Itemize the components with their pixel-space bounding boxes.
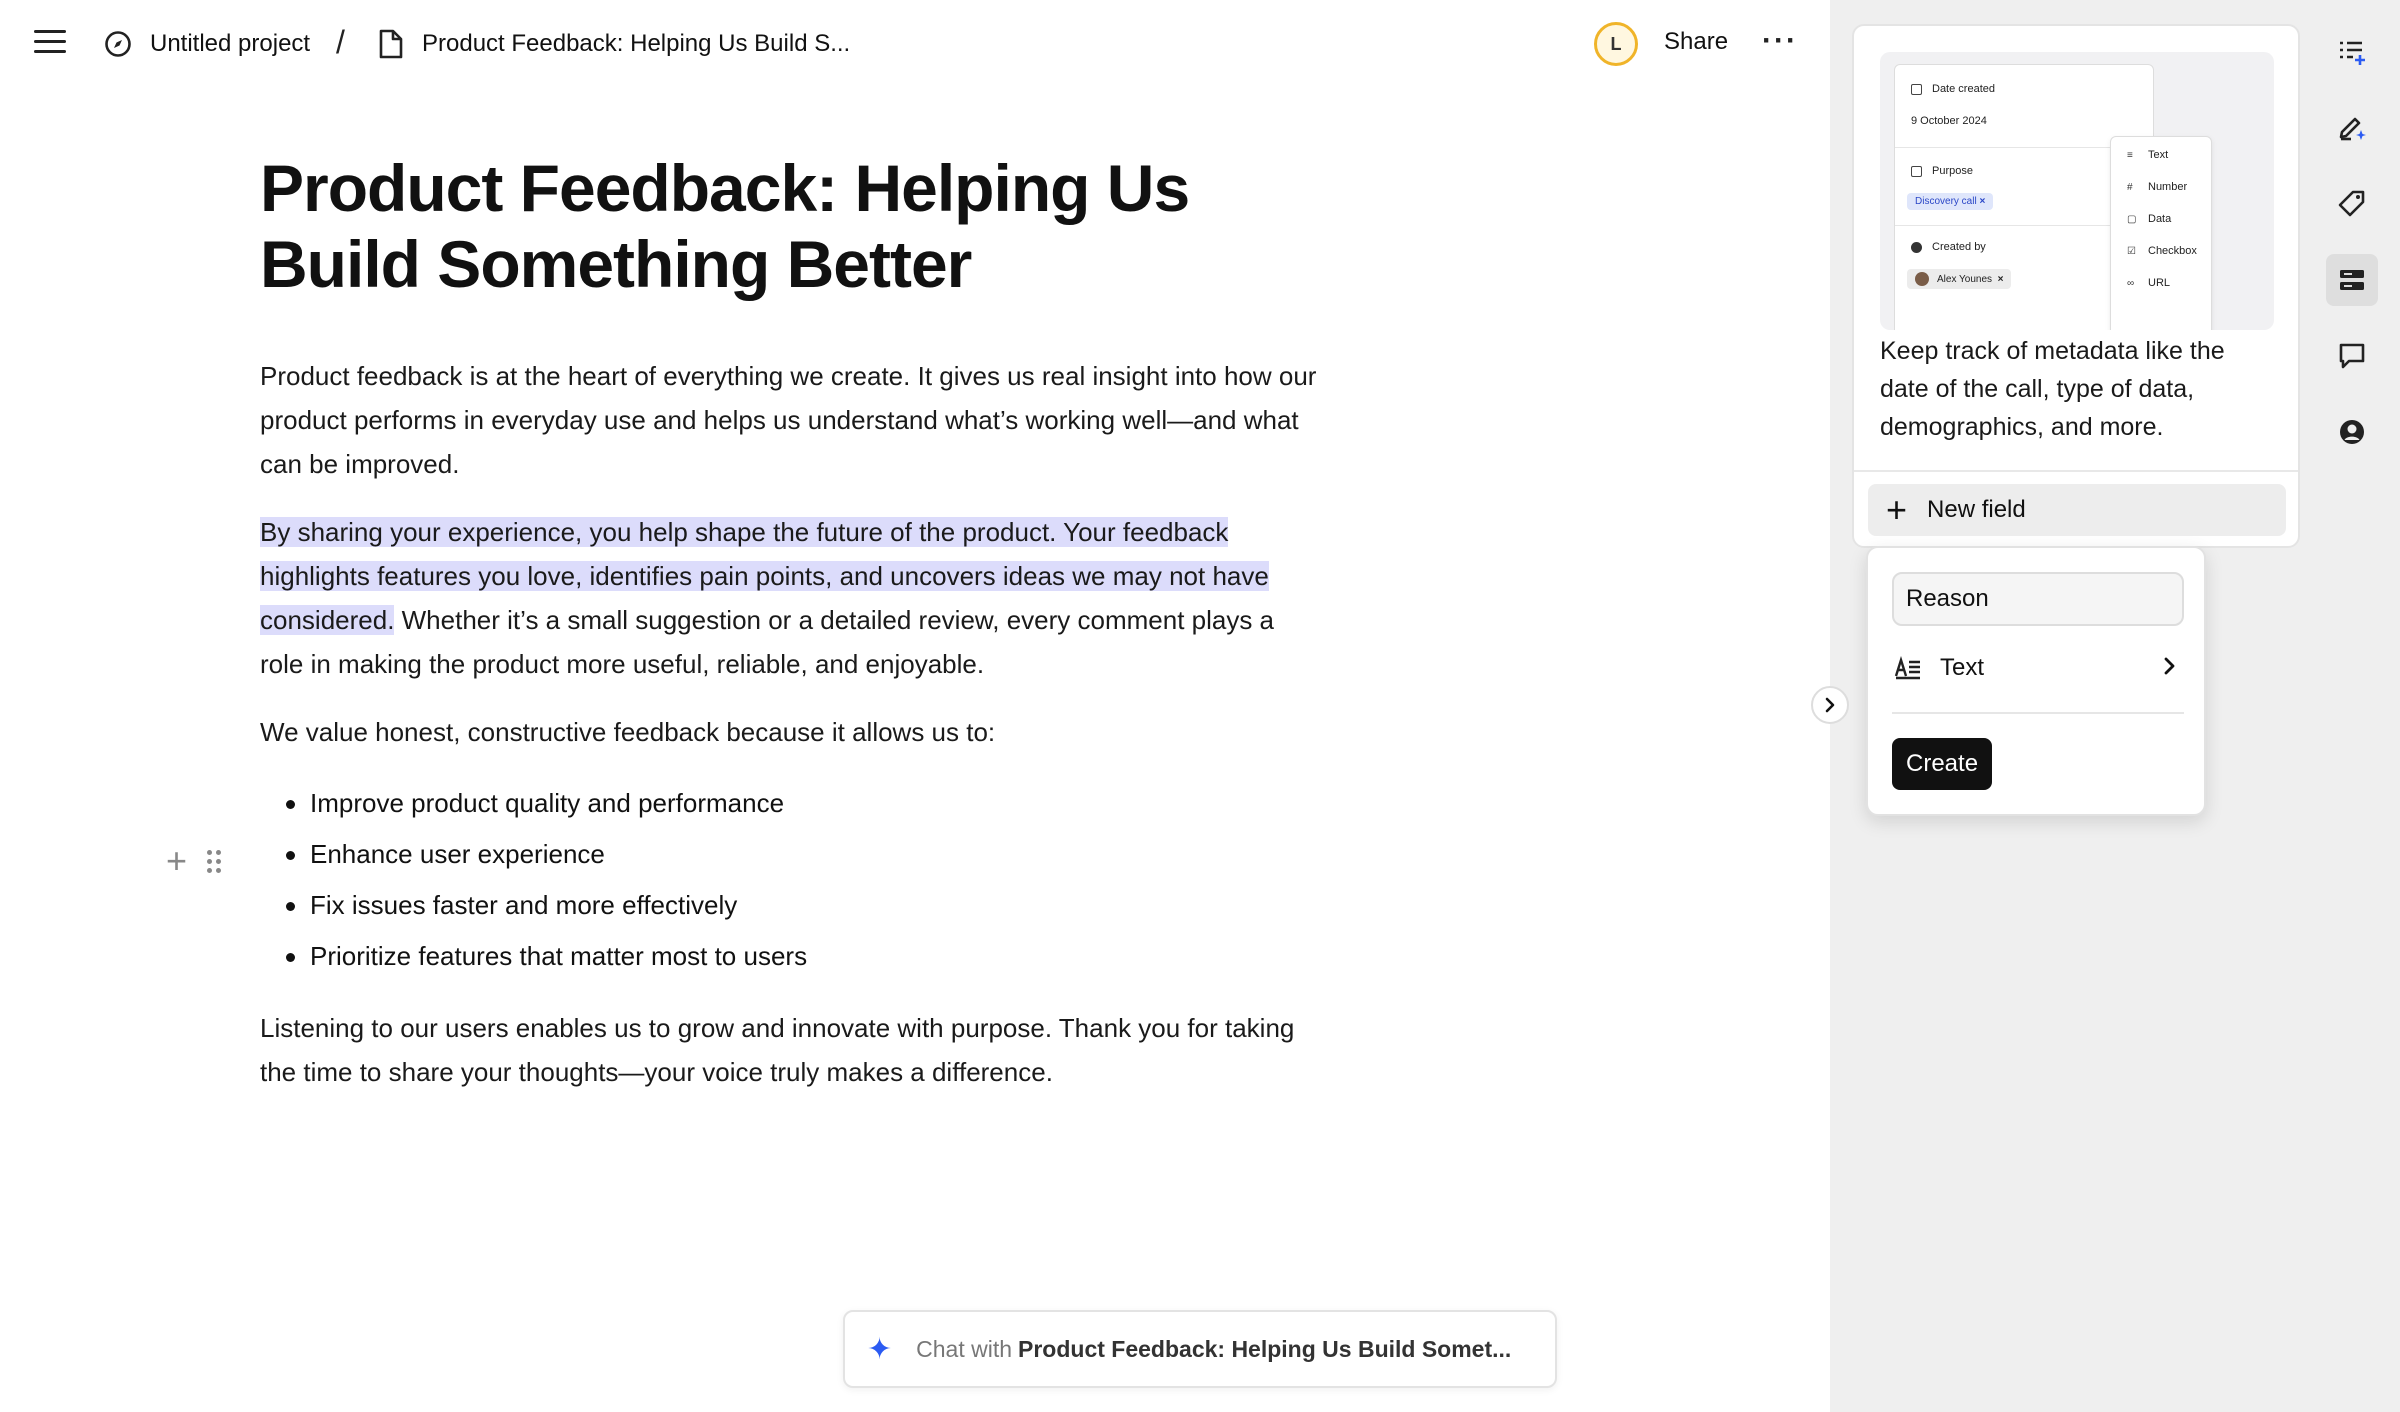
chevron-right-icon [2164,657,2175,675]
bullet-list: Improve product quality and performance … [260,778,1320,982]
preview-field-label: Date created [1911,83,1995,95]
metadata-preview-image: Date created 9 October 2024 Purpose Disc… [1880,52,2274,330]
create-button[interactable]: Create [1892,738,1993,790]
new-field-popover: Text Create [1866,546,2206,816]
preview-field-value: 9 October 2024 [1911,115,1987,127]
preview-type-menu: ≡ Text # Number ▢ Data ☑ Checkbox ∞ URL [2110,136,2212,330]
paragraph-text: Whether it’s a small suggestion or a det… [260,605,1275,679]
metadata-description: Keep track of metadata like the date of … [1880,337,2225,441]
preview-chip: Discovery call × [1907,193,1994,210]
list-item[interactable]: Prioritize features that matter most to … [260,931,1320,982]
preview-field-label: Created by [1911,241,1986,253]
paragraph[interactable]: We value honest, constructive feedback b… [260,710,1320,754]
tag-icon[interactable] [2326,178,2378,230]
breadcrumb-project[interactable]: Untitled project [104,26,310,62]
collapse-panel-button[interactable] [1811,686,1849,724]
document-title[interactable]: Product Feedback: Helping Us Build Somet… [260,150,1320,302]
breadcrumb-separator: / [336,24,345,60]
outline-add-icon[interactable] [2326,26,2378,78]
divider [1854,470,2298,472]
list-item[interactable]: Enhance user experience [260,829,1320,880]
breadcrumb-project-label: Untitled project [150,30,311,57]
field-type-label: Text [1940,654,1985,681]
field-type-select[interactable]: Text [1894,644,2184,692]
list-item[interactable]: Improve product quality and performance [260,778,1320,829]
document-icon [379,29,403,59]
plus-icon: + [1886,489,1908,530]
chat-doc-name: Product Feedback: Helping Us Build Somet… [1018,1335,1512,1362]
document-body: Product Feedback: Helping Us Build Somet… [260,150,1320,1094]
chat-input[interactable]: ✦ Chat with Product Feedback: Helping Us… [843,1310,1557,1388]
preview-field-label: Purpose [1911,165,1973,177]
text-type-icon [1894,656,1920,680]
edit-sparkle-icon[interactable] [2326,102,2378,154]
avatar[interactable]: L [1594,22,1638,66]
user-circle-icon[interactable] [2326,406,2378,458]
share-button[interactable]: Share [1664,28,1728,56]
paragraph[interactable]: By sharing your experience, you help sha… [260,510,1320,686]
sparkle-icon: ✦ [867,1332,893,1366]
list-item[interactable]: Fix issues faster and more effectively [260,880,1320,931]
comment-icon[interactable] [2326,330,2378,382]
more-options-icon[interactable]: ··· [1762,24,1798,58]
chevron-right-icon [1825,697,1835,713]
compass-icon [105,31,131,57]
divider [1892,712,2184,714]
breadcrumb-document-label: Product Feedback: Helping Us Build S... [422,30,851,57]
top-bar: Untitled project / Product Feedback: Hel… [0,0,1830,88]
breadcrumb-document[interactable]: Product Feedback: Helping Us Build S... [378,26,850,62]
metadata-info-card: Date created 9 October 2024 Purpose Disc… [1852,24,2300,548]
preview-chip: Alex Younes × [1907,269,2012,289]
block-handles: + [166,843,222,879]
menu-icon[interactable] [34,30,66,56]
add-block-icon[interactable]: + [166,843,187,879]
field-name-input[interactable] [1892,572,2184,626]
metadata-icon[interactable] [2326,254,2378,306]
drag-handle-icon[interactable] [207,849,222,873]
new-field-button[interactable]: + New field [1868,484,2286,536]
chat-prefix: Chat with [916,1335,1013,1362]
paragraph[interactable]: Product feedback is at the heart of ever… [260,354,1320,486]
new-field-label: New field [1927,496,2026,523]
paragraph[interactable]: Listening to our users enables us to gro… [260,1006,1320,1094]
